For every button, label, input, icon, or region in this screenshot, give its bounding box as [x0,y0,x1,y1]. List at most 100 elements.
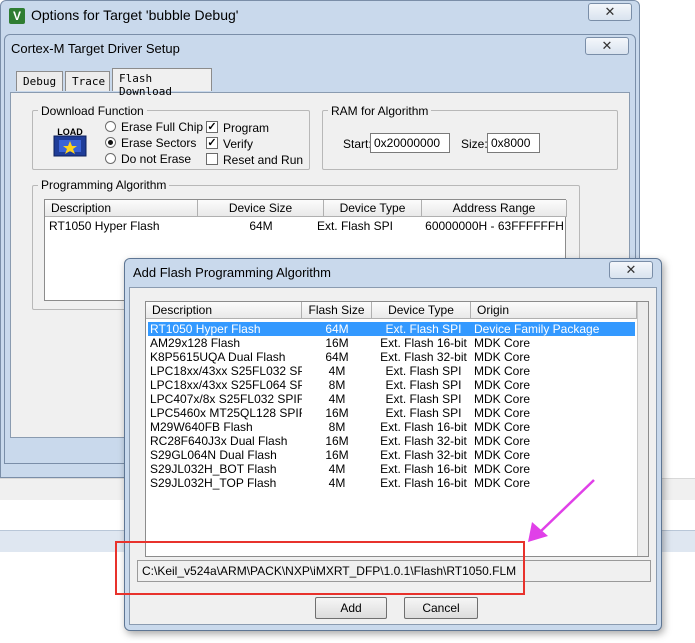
reset-and-run-label: Reset and Run [223,153,304,167]
tab-flash-download-label: Flash Download [119,72,172,98]
table-row[interactable]: RC28F640J3x Dual Flash 16M Ext. Flash 32-b… [148,434,635,448]
row-device-type: Ext. Flash SPI [385,392,462,406]
column-header-address-range[interactable]: Address Range [422,200,567,217]
ram-start-input[interactable]: 0x20000000 [370,133,450,153]
table-row[interactable]: S29JL032H_BOT Flash 4M Ext. Flash 16-bit MD… [148,462,635,476]
tab-debug-label: Debug [23,75,57,88]
tab-trace-label: Trace [72,75,106,88]
row-flash-size: 64M [325,322,349,336]
dialog-close-button[interactable]: ✕ [609,261,653,279]
row-origin: MDK Core [474,406,531,420]
verify-checkbox[interactable]: ✓ [206,137,218,149]
tab-flash-download[interactable]: Flash Download [112,68,212,98]
keil-app-icon: V [9,8,25,24]
program-checkbox[interactable]: ✓ [206,121,218,133]
driver-setup-title: Cortex-M Target Driver Setup [11,41,180,56]
table-row[interactable]: RT1050 Hyper Flash 64M Ext. Flash SPI 60… [45,219,565,233]
row-description: S29JL032H_BOT Flash [150,462,277,476]
row-flash-size: 4M [328,476,346,490]
row-device-type: Ext. Flash SPI [385,378,462,392]
programming-algorithm-label: Programming Algorithm [38,178,170,192]
row-flash-size: 16M [325,448,349,462]
erase-full-chip-radio[interactable] [105,121,116,132]
program-label: Program [223,121,270,135]
erase-full-chip-label: Erase Full Chip [121,120,204,134]
row-device-type: Ext. Flash 32-bit [380,350,467,364]
cancel-button[interactable]: Cancel [404,597,478,619]
table-row[interactable]: AM29x128 Flash 16M Ext. Flash 16-bit MDK Co… [148,336,635,350]
load-icon: LOAD [53,127,87,157]
row-origin: Device Family Package [474,322,600,336]
row-description: K8P5615UQA Dual Flash [150,350,286,364]
row-type: Ext. Flash SPI [316,219,393,233]
verify-label: Verify [223,137,254,151]
close-icon: ✕ [604,4,616,19]
erase-sectors-radio[interactable] [105,137,116,148]
options-close-button[interactable]: ✕ [588,3,632,21]
table-row[interactable]: RT1050 Hyper Flash 64M Ext. Flash SPI Devic… [148,322,635,336]
ram-size-input[interactable]: 0x8000 [487,133,540,153]
table-row[interactable]: S29GL064N Dual Flash 16M Ext. Flash 32-bit… [148,448,635,462]
driver-setup-close-button[interactable]: ✕ [585,37,629,55]
row-flash-size: 16M [325,434,349,448]
row-description: LPC18xx/43xx S25FL032 SP... [150,364,302,378]
do-not-erase-label: Do not Erase [121,152,192,166]
table-row[interactable]: M29W640FB Flash 8M Ext. Flash 16-bit MDK Co… [148,420,635,434]
row-origin: MDK Core [474,448,531,462]
ram-size-label: Size: [461,137,488,151]
table-row[interactable]: LPC407x/8x S25FL032 SPIFI 4M Ext. Flash SP… [148,392,635,406]
row-origin: MDK Core [474,336,531,350]
row-description: LPC18xx/43xx S25FL064 SP... [150,378,302,392]
row-device-type: Ext. Flash 16-bit [380,336,467,350]
erase-sectors-label: Erase Sectors [121,136,197,150]
row-flash-size: 4M [328,364,346,378]
row-device-type: Ext. Flash 16-bit [380,420,467,434]
tab-debug[interactable]: Debug [16,71,63,91]
row-device-type: Ext. Flash SPI [385,364,462,378]
row-flash-size: 16M [325,336,349,350]
row-device-type: Ext. Flash SPI [385,406,462,420]
row-flash-size: 8M [328,420,346,434]
table-row[interactable]: LPC18xx/43xx S25FL032 SP... 4M Ext. Flash … [148,364,635,378]
row-device-type: Ext. Flash 16-bit [380,476,467,490]
row-device-type: Ext. Flash 16-bit [380,462,467,476]
column-header-description[interactable]: Description [146,302,302,319]
row-origin: MDK Core [474,462,531,476]
column-header-device-type[interactable]: Device Type [324,200,422,217]
annotation-highlight-box [115,541,525,595]
row-flash-size: 4M [328,392,346,406]
column-header-flash-size[interactable]: Flash Size [302,302,372,319]
close-icon: ✕ [601,38,613,53]
do-not-erase-radio[interactable] [105,153,116,164]
ram-for-algorithm-label: RAM for Algorithm [328,104,432,118]
dialog-title: Add Flash Programming Algorithm [133,265,331,280]
table-row[interactable]: LPC5460x MT25QL128 SPIFI 16M Ext. Flash SP… [148,406,635,420]
reset-and-run-checkbox[interactable] [206,153,218,165]
row-range: 60000000H - 63FFFFFFH [425,219,564,233]
column-header-description[interactable]: Description [45,200,198,217]
row-origin: MDK Core [474,392,531,406]
load-icon-text: LOAD [57,127,83,137]
table-row[interactable]: LPC18xx/43xx S25FL064 SP... 8M Ext. Flash … [148,378,635,392]
download-function-label: Download Function [38,104,147,118]
add-button[interactable]: Add [315,597,387,619]
row-description: LPC407x/8x S25FL032 SPIFI [150,392,302,406]
row-description: RT1050 Hyper Flash [49,219,160,233]
row-origin: MDK Core [474,420,531,434]
table-row[interactable]: K8P5615UQA Dual Flash 64M Ext. Flash 32-bi… [148,350,635,364]
tab-trace[interactable]: Trace [65,71,110,91]
column-header-device-type[interactable]: Device Type [372,302,471,319]
row-origin: MDK Core [474,434,531,448]
column-header-device-size[interactable]: Device Size [198,200,324,217]
row-description: S29JL032H_TOP Flash [150,476,277,490]
row-description: AM29x128 Flash [150,336,241,350]
row-description: LPC5460x MT25QL128 SPIFI [150,406,302,420]
row-flash-size: 8M [328,378,346,392]
annotation-arrow-icon [528,479,595,542]
ram-start-label: Start: [343,137,372,151]
list-vertical-scrollbar[interactable] [637,302,648,556]
options-titlebar[interactable]: V Options for Target 'bubble Debug' ✕ [1,1,639,31]
close-icon: ✕ [625,262,637,277]
column-header-origin[interactable]: Origin [471,302,637,319]
row-device-type: Ext. Flash 32-bit [380,434,467,448]
